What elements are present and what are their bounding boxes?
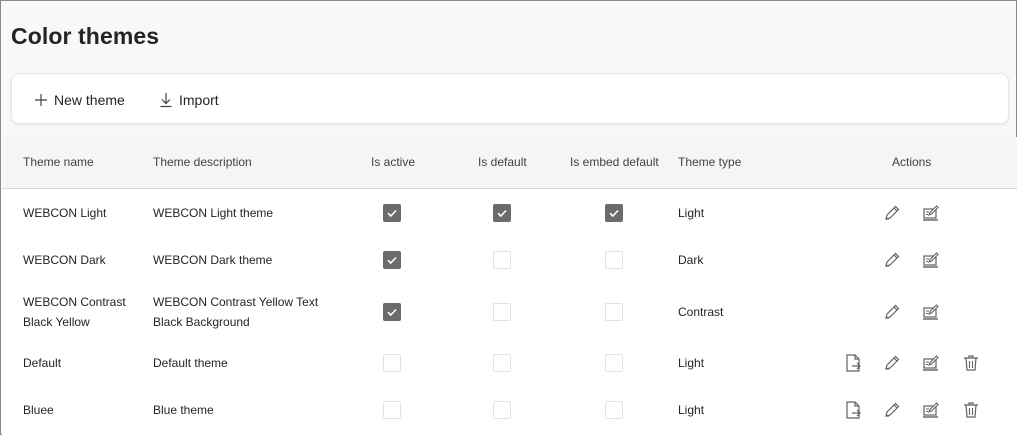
edit-as-new-button[interactable] bbox=[921, 203, 941, 223]
edit-as-new-button[interactable] bbox=[921, 353, 941, 373]
is-default-checkbox[interactable] bbox=[493, 401, 511, 419]
theme-name-line: WEBCON Light bbox=[23, 206, 107, 220]
document-export-icon bbox=[846, 354, 861, 372]
theme-name-line: WEBCON Contrast bbox=[23, 295, 126, 309]
is-embed-default-checkbox[interactable] bbox=[605, 303, 623, 321]
theme-name: Bluee bbox=[23, 400, 54, 420]
checkmark-icon bbox=[387, 209, 397, 218]
edit-button[interactable] bbox=[882, 302, 902, 322]
is-active-checkbox[interactable] bbox=[383, 354, 401, 372]
edit-as-new-button[interactable] bbox=[921, 250, 941, 270]
theme-name-line: Default bbox=[23, 356, 62, 370]
is-default-checkbox[interactable] bbox=[493, 354, 511, 372]
col-is-embed-default[interactable]: Is embed default bbox=[570, 155, 659, 169]
export-button[interactable] bbox=[843, 400, 863, 420]
delete-button[interactable] bbox=[961, 353, 981, 373]
trash-icon bbox=[964, 355, 978, 371]
col-theme-name[interactable]: Theme name bbox=[23, 155, 94, 169]
theme-name: WEBCON Dark bbox=[23, 250, 106, 270]
edit-as-new-button[interactable] bbox=[921, 400, 941, 420]
edit-as-new-button[interactable] bbox=[921, 302, 941, 322]
pencil-icon bbox=[885, 205, 900, 220]
plus-icon bbox=[35, 94, 47, 106]
checkmark-icon bbox=[497, 209, 507, 218]
new-theme-button[interactable]: New theme bbox=[34, 89, 125, 111]
edit-window-icon bbox=[923, 205, 939, 221]
import-label: Import bbox=[179, 92, 219, 108]
theme-description-line: WEBCON Contrast Yellow Text bbox=[153, 295, 319, 309]
theme-description-line: Black Background bbox=[153, 315, 250, 329]
theme-name-line: Bluee bbox=[23, 403, 54, 417]
col-theme-description[interactable]: Theme description bbox=[153, 155, 252, 169]
page-title: Color themes bbox=[11, 23, 160, 49]
theme-description: WEBCON Light theme bbox=[153, 203, 273, 223]
toolbar: New theme Import bbox=[11, 73, 1009, 124]
theme-name: WEBCON Light bbox=[23, 203, 106, 223]
table-header: Theme name Theme description Is active I… bbox=[2, 137, 1017, 189]
theme-description-line: Default theme bbox=[153, 356, 228, 370]
theme-type: Light bbox=[678, 356, 705, 370]
edit-button[interactable] bbox=[882, 250, 902, 270]
trash-icon bbox=[964, 402, 978, 418]
is-default-checkbox[interactable] bbox=[493, 303, 511, 321]
edit-window-icon bbox=[923, 355, 939, 371]
themes-table: Theme name Theme description Is active I… bbox=[2, 137, 1017, 435]
is-embed-default-checkbox[interactable] bbox=[605, 401, 623, 419]
theme-type: Light bbox=[678, 403, 705, 417]
edit-button[interactable] bbox=[882, 353, 902, 373]
pencil-icon bbox=[885, 252, 900, 267]
col-is-default[interactable]: Is default bbox=[478, 155, 527, 169]
app-window: Color themes New theme Import Theme name… bbox=[0, 0, 1017, 435]
document-export-icon bbox=[846, 401, 861, 419]
col-theme-type[interactable]: Theme type bbox=[678, 155, 741, 169]
is-default-checkbox[interactable] bbox=[493, 251, 511, 269]
theme-name-line: WEBCON Dark bbox=[23, 253, 106, 267]
is-embed-default-checkbox[interactable] bbox=[605, 204, 623, 222]
col-is-active[interactable]: Is active bbox=[371, 155, 415, 169]
import-button[interactable]: Import bbox=[159, 89, 219, 111]
pencil-icon bbox=[885, 355, 900, 370]
is-default-checkbox[interactable] bbox=[493, 204, 511, 222]
theme-type: Dark bbox=[678, 253, 704, 267]
pencil-icon bbox=[885, 402, 900, 417]
new-theme-label: New theme bbox=[54, 92, 125, 108]
is-embed-default-checkbox[interactable] bbox=[605, 354, 623, 372]
is-active-checkbox[interactable] bbox=[383, 303, 401, 321]
is-active-checkbox[interactable] bbox=[383, 401, 401, 419]
pencil-icon bbox=[885, 304, 900, 319]
edit-window-icon bbox=[923, 252, 939, 268]
theme-name: WEBCON Contrast Black Yellow bbox=[23, 292, 126, 332]
is-embed-default-checkbox[interactable] bbox=[605, 251, 623, 269]
theme-description-line: Blue theme bbox=[153, 403, 214, 417]
checkmark-icon bbox=[387, 308, 397, 317]
theme-description-line: WEBCON Light theme bbox=[153, 206, 274, 220]
theme-description-line: WEBCON Dark theme bbox=[153, 253, 273, 267]
theme-type: Contrast bbox=[678, 305, 724, 319]
edit-window-icon bbox=[923, 402, 939, 418]
export-button[interactable] bbox=[843, 353, 863, 373]
edit-button[interactable] bbox=[882, 400, 902, 420]
checkmark-icon bbox=[387, 256, 397, 265]
download-icon bbox=[160, 93, 172, 108]
checkmark-icon bbox=[609, 209, 619, 218]
theme-description: WEBCON Contrast Yellow Text Black Backgro… bbox=[153, 292, 318, 332]
is-active-checkbox[interactable] bbox=[383, 204, 401, 222]
is-active-checkbox[interactable] bbox=[383, 251, 401, 269]
delete-button[interactable] bbox=[961, 400, 981, 420]
theme-type: Light bbox=[678, 206, 705, 220]
theme-description: Blue theme bbox=[153, 400, 214, 420]
col-actions: Actions bbox=[892, 155, 932, 169]
edit-window-icon bbox=[923, 304, 939, 320]
theme-name-line: Black Yellow bbox=[23, 315, 90, 329]
theme-description: Default theme bbox=[153, 353, 228, 373]
theme-name: Default bbox=[23, 353, 61, 373]
edit-button[interactable] bbox=[882, 203, 902, 223]
theme-description: WEBCON Dark theme bbox=[153, 250, 272, 270]
